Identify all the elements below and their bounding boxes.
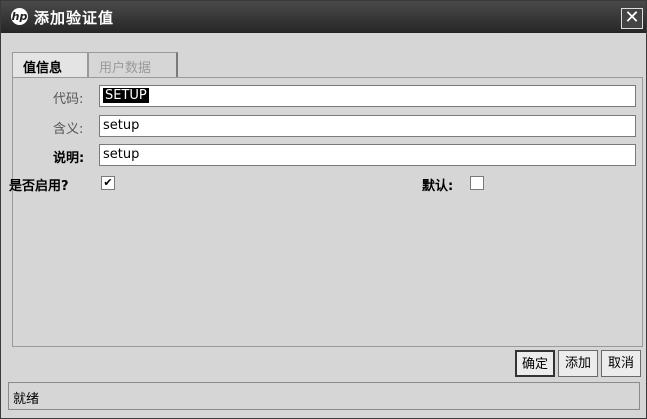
code-label: 代码: (53, 92, 84, 107)
meaning-label: 含义: (53, 122, 84, 137)
description-label: 说明: (53, 151, 85, 166)
cancel-button[interactable]: 取消 (601, 350, 641, 377)
description-field[interactable]: setup (99, 144, 636, 166)
add-button[interactable]: 添加 (558, 350, 598, 377)
status-bar: 就绪 (8, 382, 640, 410)
tab-user-data[interactable]: 用户数据 (88, 52, 178, 78)
dialog-title: 添加验证值 (34, 9, 115, 27)
tab-value-info[interactable]: 值信息 (12, 52, 88, 79)
enabled-checkbox[interactable]: ✔ (101, 176, 115, 190)
code-value: SETUP (103, 88, 149, 103)
meaning-field[interactable]: setup (99, 115, 636, 137)
enabled-label: 是否启用? (9, 179, 69, 194)
close-button[interactable]: ✕ (621, 8, 643, 29)
dialog-window: hp 添加验证值 ✕ 值信息 用户数据 代码: SETUP 含义: setup … (0, 0, 647, 419)
hp-logo-icon: hp (11, 8, 28, 25)
ok-button[interactable]: 确定 (515, 350, 555, 377)
default-label: 默认: (422, 179, 454, 194)
code-field[interactable]: SETUP (99, 85, 636, 107)
default-checkbox[interactable] (470, 176, 484, 190)
status-text: 就绪 (13, 392, 40, 407)
title-bar[interactable]: hp 添加验证值 ✕ (1, 1, 646, 33)
